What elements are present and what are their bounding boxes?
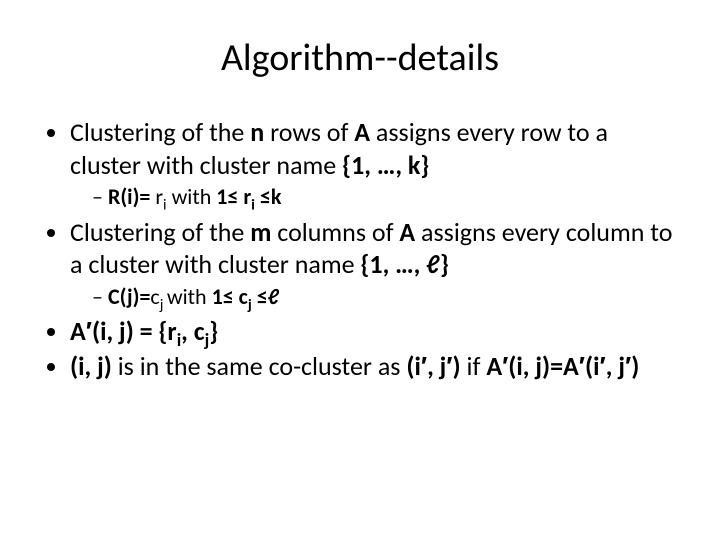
bullet-4: (i, j) is in the same co-cluster as (i′,… <box>70 350 680 383</box>
t: A′(i, j) = {r <box>70 315 177 347</box>
t: r <box>155 183 163 210</box>
t: } <box>209 315 218 347</box>
t: n <box>250 116 264 148</box>
sub-bullet-1: R(i)= ri with 1≤ ri ≤k <box>92 183 680 212</box>
t: 1≤ c <box>212 283 248 310</box>
bullet-3: A′(i, j) = {ri, cj} <box>70 315 680 348</box>
t: Clustering of the <box>70 216 250 248</box>
t: is in the same co-cluster as <box>112 350 407 382</box>
t: {1, …, k} <box>342 149 429 181</box>
t: A <box>354 116 370 148</box>
bullet-2: Clustering of the m columns of A assigns… <box>70 216 680 312</box>
t: A′(i, j)=A′(i′, j′) <box>486 350 639 382</box>
t: Clustering of the <box>70 116 250 148</box>
t: ≤k <box>255 183 282 210</box>
sub-bullet-2: C(j)=cj with 1≤ cj ≤ℓ <box>92 283 680 312</box>
t: m <box>250 216 271 248</box>
t: rows of <box>264 116 354 148</box>
t: with <box>167 183 217 210</box>
t: {1, …, ℓ} <box>360 248 448 280</box>
t: ≤ℓ <box>252 283 280 310</box>
slide-title: Algorithm--details <box>40 35 680 81</box>
t: A <box>399 216 415 248</box>
t: 1≤ r <box>216 183 251 210</box>
bullet-1: Clustering of the n rows of A assigns ev… <box>70 116 680 212</box>
slide-body: Algorithm--details Clustering of the n r… <box>0 0 720 404</box>
sub: j <box>160 295 167 314</box>
t: (i′, j′) <box>406 350 460 382</box>
sub-list-1: R(i)= ri with 1≤ ri ≤k <box>70 183 680 212</box>
t: , c <box>181 315 204 347</box>
t: columns of <box>271 216 399 248</box>
sub-list-2: C(j)=cj with 1≤ cj ≤ℓ <box>70 283 680 312</box>
t: if <box>461 350 487 382</box>
bullet-list: Clustering of the n rows of A assigns ev… <box>40 116 680 382</box>
t: C(j)= <box>108 283 150 310</box>
t: (i, j) <box>70 350 112 382</box>
t: with <box>167 283 212 310</box>
t: R(i)= <box>108 183 155 210</box>
t: c <box>150 283 159 310</box>
